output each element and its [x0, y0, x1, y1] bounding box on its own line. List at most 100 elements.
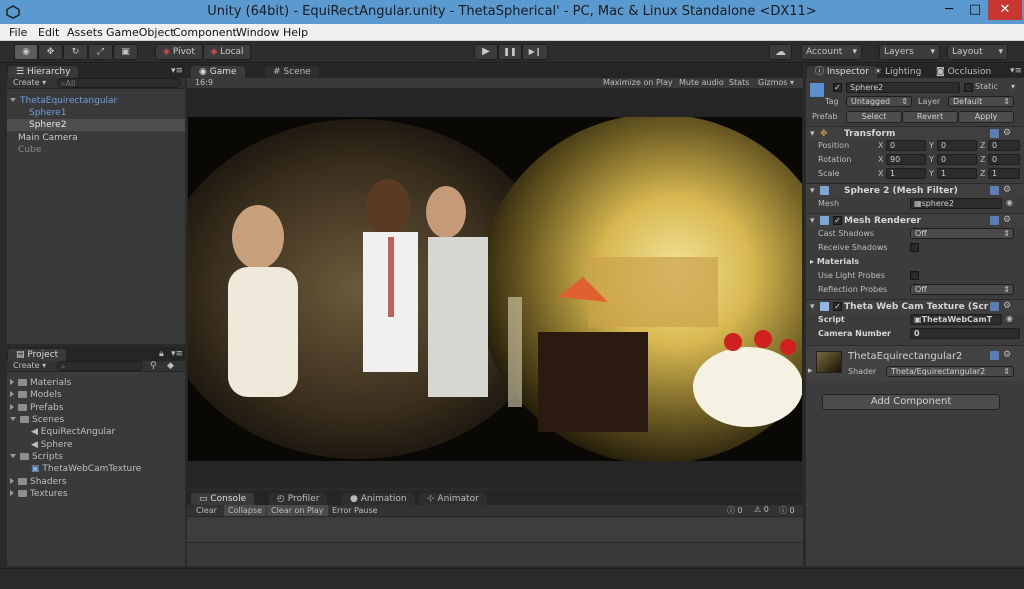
hierarchy-item-main-camera[interactable]: Main Camera — [18, 133, 78, 143]
object-name-field[interactable]: Sphere2 — [846, 82, 960, 93]
tab-occlusion[interactable]: ◙ Occlusion — [928, 66, 999, 78]
mesh-renderer-header[interactable]: ▾ ✓ Mesh Renderer ⚙ — [806, 213, 1024, 228]
warning-count-toggle[interactable]: ⚠ 0 — [754, 505, 769, 514]
move-tool-button[interactable]: ✥ — [38, 44, 63, 60]
project-item-scenes[interactable]: Scenes — [10, 415, 64, 425]
menu-assets[interactable]: Assets — [67, 26, 103, 39]
account-dropdown[interactable]: Account ▾ — [801, 44, 862, 60]
help-icon[interactable] — [990, 216, 999, 225]
add-component-button[interactable]: Add Component — [822, 394, 1000, 410]
collapse-toggle[interactable]: Collapse — [224, 505, 266, 516]
rotation-z-field[interactable]: 0 — [988, 154, 1020, 165]
hierarchy-item-sphere1[interactable]: Sphere1 — [29, 108, 66, 118]
static-checkbox[interactable] — [964, 83, 973, 92]
pivot-toggle[interactable]: ◈ Pivot — [155, 44, 203, 60]
pause-button[interactable]: ❚❚ — [498, 44, 522, 60]
prefab-select-button[interactable]: Select — [846, 111, 902, 123]
filter-label-icon[interactable]: ◆ — [167, 361, 174, 371]
project-create-button[interactable]: Create ▾ — [13, 361, 46, 370]
rect-tool-button[interactable]: ▣ — [113, 44, 138, 60]
menu-component[interactable]: Component — [173, 26, 237, 39]
hierarchy-item-cube[interactable]: Cube — [18, 145, 41, 155]
mesh-renderer-enabled-checkbox[interactable]: ✓ — [833, 216, 842, 225]
clear-on-play-toggle[interactable]: Clear on Play — [267, 505, 328, 516]
project-search-input[interactable]: ⌕ — [57, 361, 143, 371]
script-component-header[interactable]: ▾ ✓ Theta Web Cam Texture (Scr ⚙ — [806, 299, 1024, 314]
scale-tool-button[interactable]: ⤢ — [88, 44, 113, 60]
tab-hierarchy[interactable]: ☰ Hierarchy — [8, 66, 79, 78]
scale-x-field[interactable]: 1 — [886, 168, 926, 179]
camera-number-field[interactable]: 0 — [910, 328, 1020, 339]
script-enabled-checkbox[interactable]: ✓ — [833, 302, 842, 311]
local-toggle[interactable]: ◈ Local — [203, 44, 251, 60]
rotation-x-field[interactable]: 90 — [886, 154, 926, 165]
settings-gear-icon[interactable]: ⚙ — [1003, 128, 1011, 138]
error-count-toggle[interactable]: ⓘ 0 — [727, 505, 743, 516]
project-item-equirectangular[interactable]: ◀ EquiRectAngular — [31, 427, 115, 437]
static-dropdown-icon[interactable]: ▾ — [1011, 82, 1015, 91]
help-icon[interactable] — [990, 302, 999, 311]
panel-menu-icon[interactable]: ▾≡ — [171, 66, 183, 76]
project-item-prefabs[interactable]: Prefabs — [10, 403, 63, 413]
tab-profiler[interactable]: ◴ Profiler — [269, 493, 328, 505]
rotation-y-field[interactable]: 0 — [937, 154, 977, 165]
project-item-materials[interactable]: Materials — [10, 378, 71, 388]
layer-dropdown[interactable]: Default ⇕ — [948, 96, 1014, 107]
maximize-button[interactable]: □ — [962, 0, 988, 20]
object-picker-icon[interactable]: ◉ — [1006, 314, 1013, 323]
menu-gameobject[interactable]: GameObject — [106, 26, 175, 39]
settings-gear-icon[interactable]: ⚙ — [1003, 215, 1011, 225]
tab-animation[interactable]: ● Animation — [342, 493, 415, 505]
stats-toggle[interactable]: Stats — [729, 78, 749, 87]
tab-project[interactable]: ▤ Project — [8, 349, 67, 361]
prefab-revert-button[interactable]: Revert — [902, 111, 958, 123]
game-viewport[interactable] — [188, 117, 802, 461]
light-probes-checkbox[interactable] — [910, 271, 919, 280]
materials-foldout[interactable]: ▸ Materials — [810, 257, 859, 266]
cloud-button[interactable]: ☁ — [769, 44, 792, 60]
project-item-textures[interactable]: Textures — [10, 489, 68, 499]
menu-file[interactable]: File — [9, 26, 27, 39]
help-icon[interactable] — [990, 351, 999, 360]
hierarchy-item-root[interactable]: ThetaEquirectangular — [10, 96, 117, 106]
tab-console[interactable]: ▭ Console — [191, 493, 255, 505]
shader-dropdown[interactable]: Theta/Equirectangular2 ⇕ — [886, 366, 1014, 377]
reflection-probes-dropdown[interactable]: Off ⇕ — [910, 284, 1014, 295]
menu-edit[interactable]: Edit — [38, 26, 59, 39]
settings-gear-icon[interactable]: ⚙ — [1003, 185, 1011, 195]
object-picker-icon[interactable]: ◉ — [1006, 198, 1013, 207]
settings-gear-icon[interactable]: ⚙ — [1003, 350, 1011, 360]
project-item-scripts[interactable]: Scripts — [10, 452, 63, 462]
help-icon[interactable] — [990, 129, 999, 138]
hierarchy-item-sphere2[interactable]: Sphere2 — [29, 120, 66, 130]
filter-type-icon[interactable]: ⚲ — [150, 361, 157, 371]
tab-lighting[interactable]: ☀ Lighting — [866, 66, 929, 78]
position-x-field[interactable]: 0 — [886, 140, 926, 151]
hand-tool-button[interactable]: ◉ — [14, 44, 38, 60]
transform-header[interactable]: ▾ ✥ Transform ⚙ — [806, 126, 1024, 141]
close-button[interactable]: ✕ — [988, 0, 1022, 20]
layers-dropdown[interactable]: Layers ▾ — [879, 44, 940, 60]
hierarchy-create-button[interactable]: Create ▾ — [13, 78, 46, 87]
lock-icon[interactable]: 🔒︎ — [159, 349, 164, 359]
layout-dropdown[interactable]: Layout ▾ — [947, 44, 1008, 60]
tab-scene[interactable]: # Scene — [265, 66, 319, 78]
settings-gear-icon[interactable]: ⚙ — [1003, 301, 1011, 311]
info-count-toggle[interactable]: ⓘ 0 — [779, 505, 795, 516]
mute-audio-toggle[interactable]: Mute audio — [679, 78, 724, 87]
hierarchy-search-input[interactable]: ⌕All — [57, 78, 181, 88]
mesh-object-field[interactable]: ▦sphere2 — [910, 198, 1002, 209]
clear-button[interactable]: Clear — [196, 506, 217, 515]
step-button[interactable]: ▶❙ — [522, 44, 548, 60]
menu-window[interactable]: Window — [236, 26, 279, 39]
play-button[interactable]: ▶ — [474, 44, 498, 60]
project-item-sphere[interactable]: ◀ Sphere — [31, 440, 73, 450]
gizmos-dropdown[interactable]: Gizmos ▾ — [758, 78, 794, 87]
aspect-dropdown[interactable]: 16:9 — [195, 78, 213, 87]
rotate-tool-button[interactable]: ↻ — [63, 44, 88, 60]
project-item-models[interactable]: Models — [10, 390, 62, 400]
prefab-apply-button[interactable]: Apply — [958, 111, 1014, 123]
receive-shadows-checkbox[interactable] — [910, 243, 919, 252]
foldout-icon[interactable]: ▸ — [808, 366, 813, 376]
scale-y-field[interactable]: 1 — [937, 168, 977, 179]
